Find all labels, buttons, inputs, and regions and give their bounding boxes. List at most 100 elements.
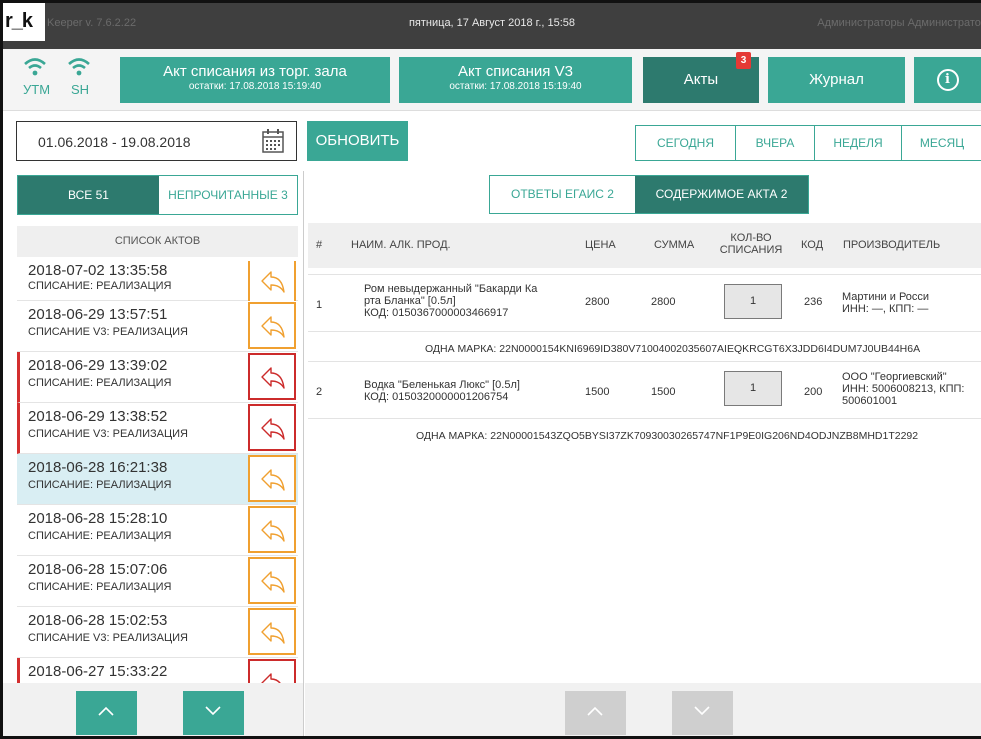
row-name-line1: Ром невыдержанный "Бакарди Ка	[364, 283, 538, 295]
col-qty-line1: КОЛ-ВО	[730, 232, 772, 244]
act-list-item[interactable]: 2018-06-27 15:33:22 СПИСАНИЕ: РЕАЛИЗАЦИЯ	[17, 658, 298, 683]
reply-button[interactable]	[248, 455, 296, 502]
row-divider	[308, 418, 981, 419]
refresh-button[interactable]: ОБНОВИТЬ	[307, 121, 408, 161]
act-date: 2018-06-27 15:33:22	[28, 663, 168, 680]
act-shop-stock: остатки: 17.08.2018 15:19:40	[188, 81, 322, 92]
calendar-icon[interactable]	[262, 128, 284, 154]
date-range-field[interactable]: 01.06.2018 - 19.08.2018	[16, 121, 297, 161]
act-list-item[interactable]: 2018-06-29 13:39:02 СПИСАНИЕ: РЕАЛИЗАЦИЯ	[17, 352, 298, 403]
col-qty-line2: СПИСАНИЯ	[719, 244, 783, 256]
row-code: 200	[804, 386, 823, 398]
act-list-item-selected[interactable]: 2018-06-28 16:21:38 СПИСАНИЕ: РЕАЛИЗАЦИЯ	[17, 454, 298, 505]
list-scroll-down-button[interactable]	[183, 691, 244, 735]
filter-unread-tab[interactable]: НЕПРОЧИТАННЫЕ 3	[159, 176, 297, 214]
reply-button[interactable]	[248, 353, 296, 400]
journal-label: Журнал	[809, 71, 864, 88]
act-date: 2018-06-29 13:38:52	[28, 408, 168, 425]
info-icon: i	[936, 69, 959, 91]
row-price: 2800	[585, 296, 610, 308]
list-scroll-up-button[interactable]	[76, 691, 137, 735]
act-list-item[interactable]: 2018-06-28 15:28:10 СПИСАНИЕ: РЕАЛИЗАЦИЯ	[17, 505, 298, 556]
reply-button[interactable]	[248, 608, 296, 655]
row-sum: 2800	[651, 296, 676, 308]
reply-arrow-icon	[261, 418, 285, 440]
chevron-up-icon	[98, 706, 114, 716]
journal-button[interactable]: Журнал	[768, 57, 905, 103]
tab-egais-replies[interactable]: ОТВЕТЫ ЕГАИС 2	[490, 176, 635, 213]
act-detail-panel: ОТВЕТЫ ЕГАИС 2 СОДЕРЖИМОЕ АКТА 2 # НАИМ.…	[305, 171, 981, 736]
acts-button[interactable]: Акты 3	[643, 52, 759, 103]
excise-mark: ОДНА МАРКА: 22N0000154KNI6969ID380V71004…	[425, 343, 921, 355]
filter-all-tab[interactable]: ВСЕ 51	[18, 176, 159, 214]
row-producer-line3: 500601001	[842, 395, 898, 407]
act-v3-button[interactable]: Акт списания V3 остатки: 17.08.2018 15:1…	[399, 57, 632, 103]
reply-arrow-icon	[261, 673, 281, 683]
row-qty-field[interactable]: 1	[724, 371, 782, 406]
reply-button[interactable]	[248, 261, 296, 304]
items-table-header: # НАИМ. АЛК. ПРОД. ЦЕНА СУММА КОЛ-ВО СПИ…	[308, 223, 981, 268]
row-price: 1500	[585, 386, 610, 398]
act-date: 2018-06-28 15:02:53	[28, 612, 168, 629]
row-qty-field[interactable]: 1	[724, 284, 782, 319]
act-list-item[interactable]: 2018-07-02 13:35:58 СПИСАНИЕ: РЕАЛИЗАЦИЯ	[17, 261, 298, 304]
reply-arrow-icon	[261, 469, 285, 491]
col-producer: ПРОИЗВОДИТЕЛЬ	[843, 239, 941, 251]
act-type: СПИСАНИЕ: РЕАЛИЗАЦИЯ	[28, 530, 172, 542]
act-list-item[interactable]: 2018-06-28 15:07:06 СПИСАНИЕ: РЕАЛИЗАЦИЯ	[17, 556, 298, 607]
acts-list[interactable]: 2018-07-02 13:35:58 СПИСАНИЕ: РЕАЛИЗАЦИЯ…	[17, 261, 298, 683]
act-list-item[interactable]: 2018-06-28 15:02:53 СПИСАНИЕ V3: РЕАЛИЗА…	[17, 607, 298, 658]
reply-arrow-icon	[261, 571, 285, 593]
act-type: СПИСАНИЕ V3: РЕАЛИЗАЦИЯ	[28, 428, 188, 440]
act-type: СПИСАНИЕ V3: РЕАЛИЗАЦИЯ	[28, 326, 188, 338]
reply-button[interactable]	[248, 659, 296, 683]
reply-button[interactable]	[248, 404, 296, 451]
tab-act-content[interactable]: СОДЕРЖИМОЕ АКТА 2	[635, 176, 808, 213]
main-toolbar: УТМ SH Акт списания из торг. зала остатк…	[3, 49, 981, 111]
act-list-item[interactable]: 2018-06-29 13:38:52 СПИСАНИЕ V3: РЕАЛИЗА…	[17, 403, 298, 454]
content-scroll-down-button[interactable]	[672, 691, 733, 735]
reply-button[interactable]	[248, 506, 296, 553]
row-num: 2	[316, 386, 323, 398]
row-name-line2: КОД: 0150320000001206754	[364, 391, 509, 403]
act-list-item[interactable]: 2018-06-29 13:57:51 СПИСАНИЕ V3: РЕАЛИЗА…	[17, 301, 298, 352]
reply-button[interactable]	[248, 302, 296, 349]
content-scroll-up-button[interactable]	[565, 691, 626, 735]
period-selector: СЕГОДНЯ ВЧЕРА НЕДЕЛЯ МЕСЯЦ	[635, 125, 981, 161]
period-month-button[interactable]: МЕСЯЦ	[901, 126, 981, 160]
act-date: 2018-06-28 16:21:38	[28, 459, 168, 476]
col-sum: СУММА	[654, 239, 695, 251]
act-v3-title: Акт списания V3	[458, 63, 573, 80]
current-user[interactable]: Администраторы Администратор	[817, 17, 981, 29]
row-producer-line2: ИНН: —, КПП: —	[842, 303, 929, 315]
col-qty: КОЛ-ВО СПИСАНИЯ	[706, 232, 796, 256]
chevron-up-icon	[587, 706, 603, 716]
sh-wifi-icon	[67, 55, 91, 82]
content-nav-bar	[305, 683, 981, 736]
act-type: СПИСАНИЕ: РЕАЛИЗАЦИЯ	[28, 280, 172, 292]
row-producer-line2: ИНН: 5006008213, КПП:	[842, 383, 965, 395]
period-week-button[interactable]: НЕДЕЛЯ	[814, 126, 901, 160]
date-range-value: 01.06.2018 - 19.08.2018	[38, 134, 191, 150]
row-num: 1	[316, 299, 323, 311]
acts-list-panel: ВСЕ 51 НЕПРОЧИТАННЫЕ 3 СПИСОК АКТОВ 2018…	[3, 171, 304, 736]
act-date: 2018-06-28 15:28:10	[28, 510, 168, 527]
date-filter-row: 01.06.2018 - 19.08.2018 ОБНОВИТЬ СЕГОДНЯ…	[3, 111, 981, 171]
period-yesterday-button[interactable]: ВЧЕРА	[735, 126, 814, 160]
row-divider	[308, 361, 981, 362]
col-code: КОД	[801, 239, 824, 251]
act-date: 2018-06-29 13:39:02	[28, 357, 168, 374]
row-sum: 1500	[651, 386, 676, 398]
act-shop-button[interactable]: Акт списания из торг. зала остатки: 17.0…	[120, 57, 390, 103]
reply-button[interactable]	[248, 557, 296, 604]
title-bar: r_k Keeper v. 7.6.2.22 пятница, 17 Авгус…	[3, 3, 981, 49]
act-type: СПИСАНИЕ V3: РЕАЛИЗАЦИЯ	[28, 632, 188, 644]
info-button[interactable]: i	[914, 57, 981, 103]
act-type: СПИСАНИЕ: РЕАЛИЗАЦИЯ	[28, 377, 172, 389]
list-nav-bar	[3, 683, 303, 736]
reply-arrow-icon	[261, 367, 285, 389]
period-today-button[interactable]: СЕГОДНЯ	[636, 126, 735, 160]
acts-badge: 3	[736, 52, 751, 69]
row-producer-line1: ООО "Георгиевский"	[842, 371, 947, 383]
row-name-line1: Водка "Беленькая Люкс" [0.5л]	[364, 379, 520, 391]
